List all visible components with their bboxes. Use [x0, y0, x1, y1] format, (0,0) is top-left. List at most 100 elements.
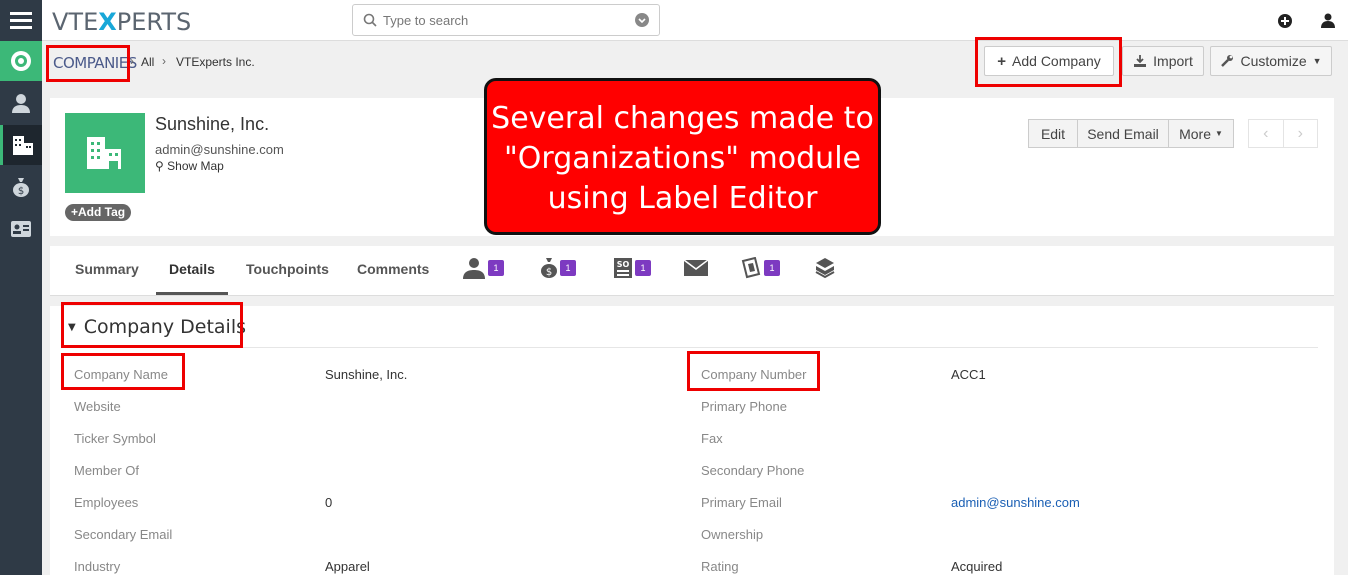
- envelope-icon: [683, 259, 709, 276]
- record-name: Sunshine, Inc.: [155, 114, 270, 134]
- svg-text:$: $: [546, 267, 552, 278]
- record-pager: ‹ ›: [1248, 119, 1318, 148]
- building-icon: [87, 137, 121, 169]
- field-value[interactable]: Acquired: [951, 559, 1002, 574]
- section-header[interactable]: ▼ Company Details: [68, 316, 246, 338]
- edit-button[interactable]: Edit: [1029, 120, 1078, 147]
- field-label: Ticker Symbol: [74, 431, 156, 446]
- sidebar-item-cards[interactable]: [0, 209, 42, 249]
- map-pin-icon: ⚲: [155, 159, 164, 173]
- prev-record-icon[interactable]: ‹: [1249, 120, 1284, 147]
- chevron-right-icon: ›: [130, 54, 134, 68]
- field-label: Primary Email: [701, 495, 782, 510]
- next-record-icon[interactable]: ›: [1284, 120, 1318, 147]
- tab-products[interactable]: [814, 257, 836, 284]
- company-avatar: [65, 113, 145, 193]
- download-icon: [1134, 55, 1147, 67]
- id-card-icon: [11, 221, 31, 237]
- field-label: Industry: [74, 559, 121, 574]
- caret-down-icon: ▼: [1312, 56, 1322, 66]
- field-label: Website: [74, 399, 121, 414]
- breadcrumb-current: VTExperts Inc.: [176, 55, 255, 69]
- tab-deals[interactable]: $ 1: [540, 257, 576, 279]
- annotation-callout: Several changes made to "Organizations" …: [484, 78, 881, 235]
- count-badge: 1: [764, 260, 780, 276]
- callout-line: "Organizations" module: [504, 141, 861, 176]
- field-label: Primary Phone: [701, 399, 787, 414]
- add-tag-button[interactable]: +Add Tag: [65, 204, 132, 221]
- search-input[interactable]: Type to search: [383, 13, 468, 28]
- building-icon: [12, 136, 33, 155]
- search-box[interactable]: Type to search: [352, 4, 660, 36]
- send-email-button[interactable]: Send Email: [1078, 120, 1169, 147]
- add-circle-icon[interactable]: [1278, 14, 1292, 28]
- sidebar-item-contacts[interactable]: [0, 83, 42, 123]
- callout-line: using Label Editor: [547, 181, 818, 216]
- active-tab-indicator: [156, 292, 228, 295]
- tab-sales-orders[interactable]: SO 1: [613, 257, 651, 279]
- record-email[interactable]: admin@sunshine.com: [155, 142, 284, 157]
- divider: [62, 347, 1318, 348]
- import-button[interactable]: Import: [1122, 46, 1204, 76]
- field-label: Ownership: [701, 527, 764, 542]
- count-badge: 1: [488, 260, 504, 276]
- field-value[interactable]: Sunshine, Inc.: [325, 367, 407, 382]
- plus-icon: +: [997, 52, 1007, 70]
- field-value[interactable]: admin@sunshine.com: [951, 495, 1080, 510]
- tab-emails[interactable]: [683, 259, 709, 281]
- sidebar-item-home[interactable]: [0, 41, 42, 81]
- field-label: Company Name: [74, 367, 168, 382]
- section-title: Company Details: [83, 316, 247, 338]
- field-value[interactable]: 0: [325, 495, 332, 510]
- sidebar: $: [0, 0, 42, 575]
- tab-details[interactable]: Details: [169, 261, 215, 277]
- breadcrumb-module[interactable]: COMPANIES: [53, 54, 137, 72]
- field-label: Fax: [701, 431, 723, 446]
- svg-text:$: $: [18, 186, 24, 197]
- field-value[interactable]: Apparel: [325, 559, 370, 574]
- person-icon: [463, 258, 485, 279]
- ticket-icon: [741, 257, 761, 279]
- field-label: Employees: [74, 495, 139, 510]
- sidebar-item-deals[interactable]: $: [0, 167, 42, 207]
- field-value[interactable]: ACC1: [951, 367, 986, 382]
- logo: VTEXPERTS: [52, 8, 192, 36]
- wrench-icon: [1221, 55, 1234, 67]
- tab-contacts[interactable]: 1: [462, 257, 504, 279]
- sales-order-icon: SO: [614, 258, 632, 278]
- field-label: Member Of: [74, 463, 140, 478]
- count-badge: 1: [635, 260, 651, 276]
- plus-icon: +: [71, 205, 79, 219]
- tab-bar: Summary Details Touchpoints Comments 1 $…: [50, 246, 1334, 296]
- field-label: Secondary Email: [74, 527, 173, 542]
- hamburger-icon: [10, 11, 32, 29]
- show-map-link[interactable]: ⚲ Show Map: [155, 159, 224, 173]
- details-panel: ▼ Company Details Company Name Sunshine,…: [50, 306, 1334, 575]
- top-bar: VTEXPERTS Type to search: [42, 0, 1348, 41]
- field-label: Rating: [701, 559, 739, 574]
- callout-line: Several changes made to: [491, 101, 874, 136]
- chevron-down-icon[interactable]: [635, 13, 649, 27]
- breadcrumb-filter[interactable]: All: [141, 55, 154, 69]
- search-icon: [363, 13, 377, 27]
- more-button[interactable]: More ▼: [1169, 120, 1233, 147]
- tab-tickets[interactable]: 1: [740, 257, 780, 279]
- caret-down-icon: ▼: [1214, 129, 1223, 138]
- money-bag-icon: $: [13, 178, 29, 197]
- cube-icon: [815, 258, 835, 279]
- add-company-button[interactable]: + Add Company: [984, 46, 1114, 76]
- count-badge: 1: [560, 260, 576, 276]
- customize-button[interactable]: Customize ▼: [1210, 46, 1332, 76]
- user-icon[interactable]: [1321, 13, 1335, 28]
- sidebar-item-companies[interactable]: [0, 125, 42, 165]
- field-label: Secondary Phone: [701, 463, 805, 478]
- tab-touchpoints[interactable]: Touchpoints: [246, 261, 329, 277]
- svg-text:SO: SO: [617, 260, 630, 269]
- menu-toggle[interactable]: [0, 0, 42, 41]
- record-actions: Edit Send Email More ▼: [1028, 119, 1234, 148]
- tab-comments[interactable]: Comments: [357, 261, 429, 277]
- target-icon: [11, 51, 31, 71]
- money-bag-icon: $: [541, 258, 557, 278]
- chevron-right-icon: ›: [162, 54, 166, 68]
- tab-summary[interactable]: Summary: [75, 261, 139, 277]
